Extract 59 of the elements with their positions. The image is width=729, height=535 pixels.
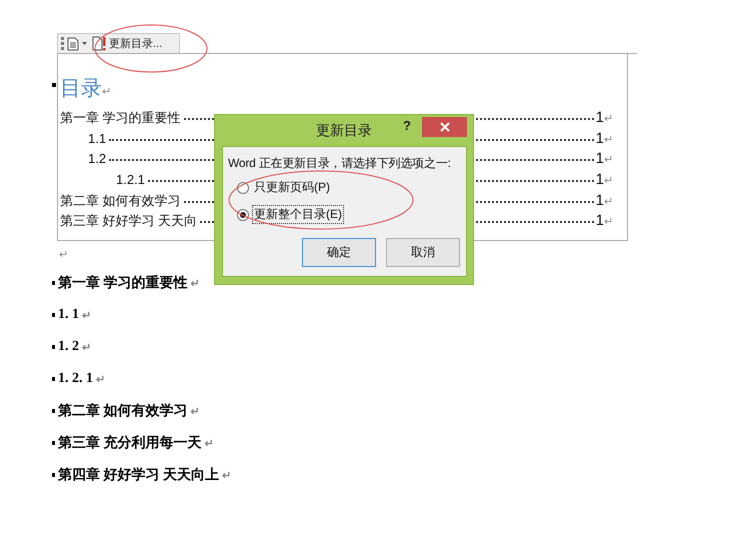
radio-button[interactable] (237, 208, 249, 220)
paragraph-mark: ↵ (59, 249, 68, 262)
document-alert-icon (92, 36, 107, 51)
paragraph-mark: ↵ (604, 112, 613, 125)
toc-page-number: 1 (596, 130, 604, 147)
cancel-button[interactable]: 取消 (386, 238, 460, 267)
dialog-title: 更新目录 (316, 122, 372, 140)
toc-page-number: 1 (596, 212, 604, 230)
paragraph-bullet (52, 281, 55, 286)
heading-text: 第三章 充分利用每一天 (58, 434, 202, 452)
update-toc-button[interactable]: 更新目录... (90, 34, 164, 52)
heading-text: 1. 2. 1 (58, 371, 93, 388)
toc-entry-title: 1.2.1 (116, 172, 145, 188)
paragraph-mark: ↵ (604, 215, 613, 228)
toc-entry-title: 第一章 学习的重要性 (60, 109, 181, 127)
toc-entry-title: 1.1 (88, 130, 106, 146)
heading-text: 第一章 学习的重要性 (58, 274, 188, 292)
paragraph-mark: ↵ (190, 404, 200, 418)
paragraph-bullet (52, 313, 55, 318)
paragraph-bullet (52, 441, 55, 446)
paragraph-mark: ↵ (222, 468, 231, 482)
radio-label[interactable]: 只更新页码(P) (252, 178, 332, 197)
toc-entry-title: 第三章 好好学习 天天向 (60, 212, 198, 230)
paragraph-mark: ↵ (204, 436, 214, 450)
paragraph-mark: ↵ (82, 308, 91, 322)
paragraph-bullet (52, 83, 56, 87)
dialog-message: Word 正在更新目录，请选择下列选项之一: (228, 155, 452, 172)
close-icon (440, 122, 450, 132)
paragraph-mark: ↵ (604, 174, 613, 188)
paragraph-bullet (52, 345, 55, 350)
heading-text: 1. 1 (58, 307, 79, 324)
toc-title: 目录 (60, 77, 102, 100)
radio-button[interactable] (237, 182, 249, 194)
toc-page-number: 1 (596, 109, 604, 126)
close-button[interactable] (422, 117, 467, 137)
paragraph-bullet (52, 473, 55, 478)
ok-button[interactable]: 确定 (302, 238, 376, 267)
paragraph-mark: ↵ (604, 153, 613, 166)
heading-text: 第四章 好好学习 天天向上 (58, 466, 219, 484)
toc-page-number: 1 (596, 171, 604, 188)
toc-entry-title: 1.2 (88, 151, 106, 166)
radio-label[interactable]: 更新整个目录(E) (252, 205, 344, 224)
toc-page-number: 1 (596, 192, 604, 209)
paragraph-mark: ↵ (96, 372, 105, 386)
paragraph-bullet (52, 377, 55, 382)
toc-entry-title: 第二章 如何有效学习 (60, 192, 181, 210)
grip-icon (61, 36, 64, 50)
paragraph-mark: ↵ (190, 276, 200, 290)
paragraph-mark: ↵ (604, 194, 613, 208)
paragraph-mark: ↵ (604, 132, 613, 146)
toc-page-number: 1 (596, 150, 604, 168)
heading-text: 1. 2 (58, 339, 79, 356)
help-button[interactable]: ? (403, 118, 411, 133)
heading-text: 第二章 如何有效学习 (58, 402, 188, 420)
caret-icon[interactable] (82, 42, 87, 46)
paragraph-mark: ↵ (102, 86, 111, 98)
paragraph-bullet (52, 409, 55, 414)
document-icon[interactable] (67, 36, 79, 50)
paragraph-mark: ↵ (82, 340, 91, 354)
